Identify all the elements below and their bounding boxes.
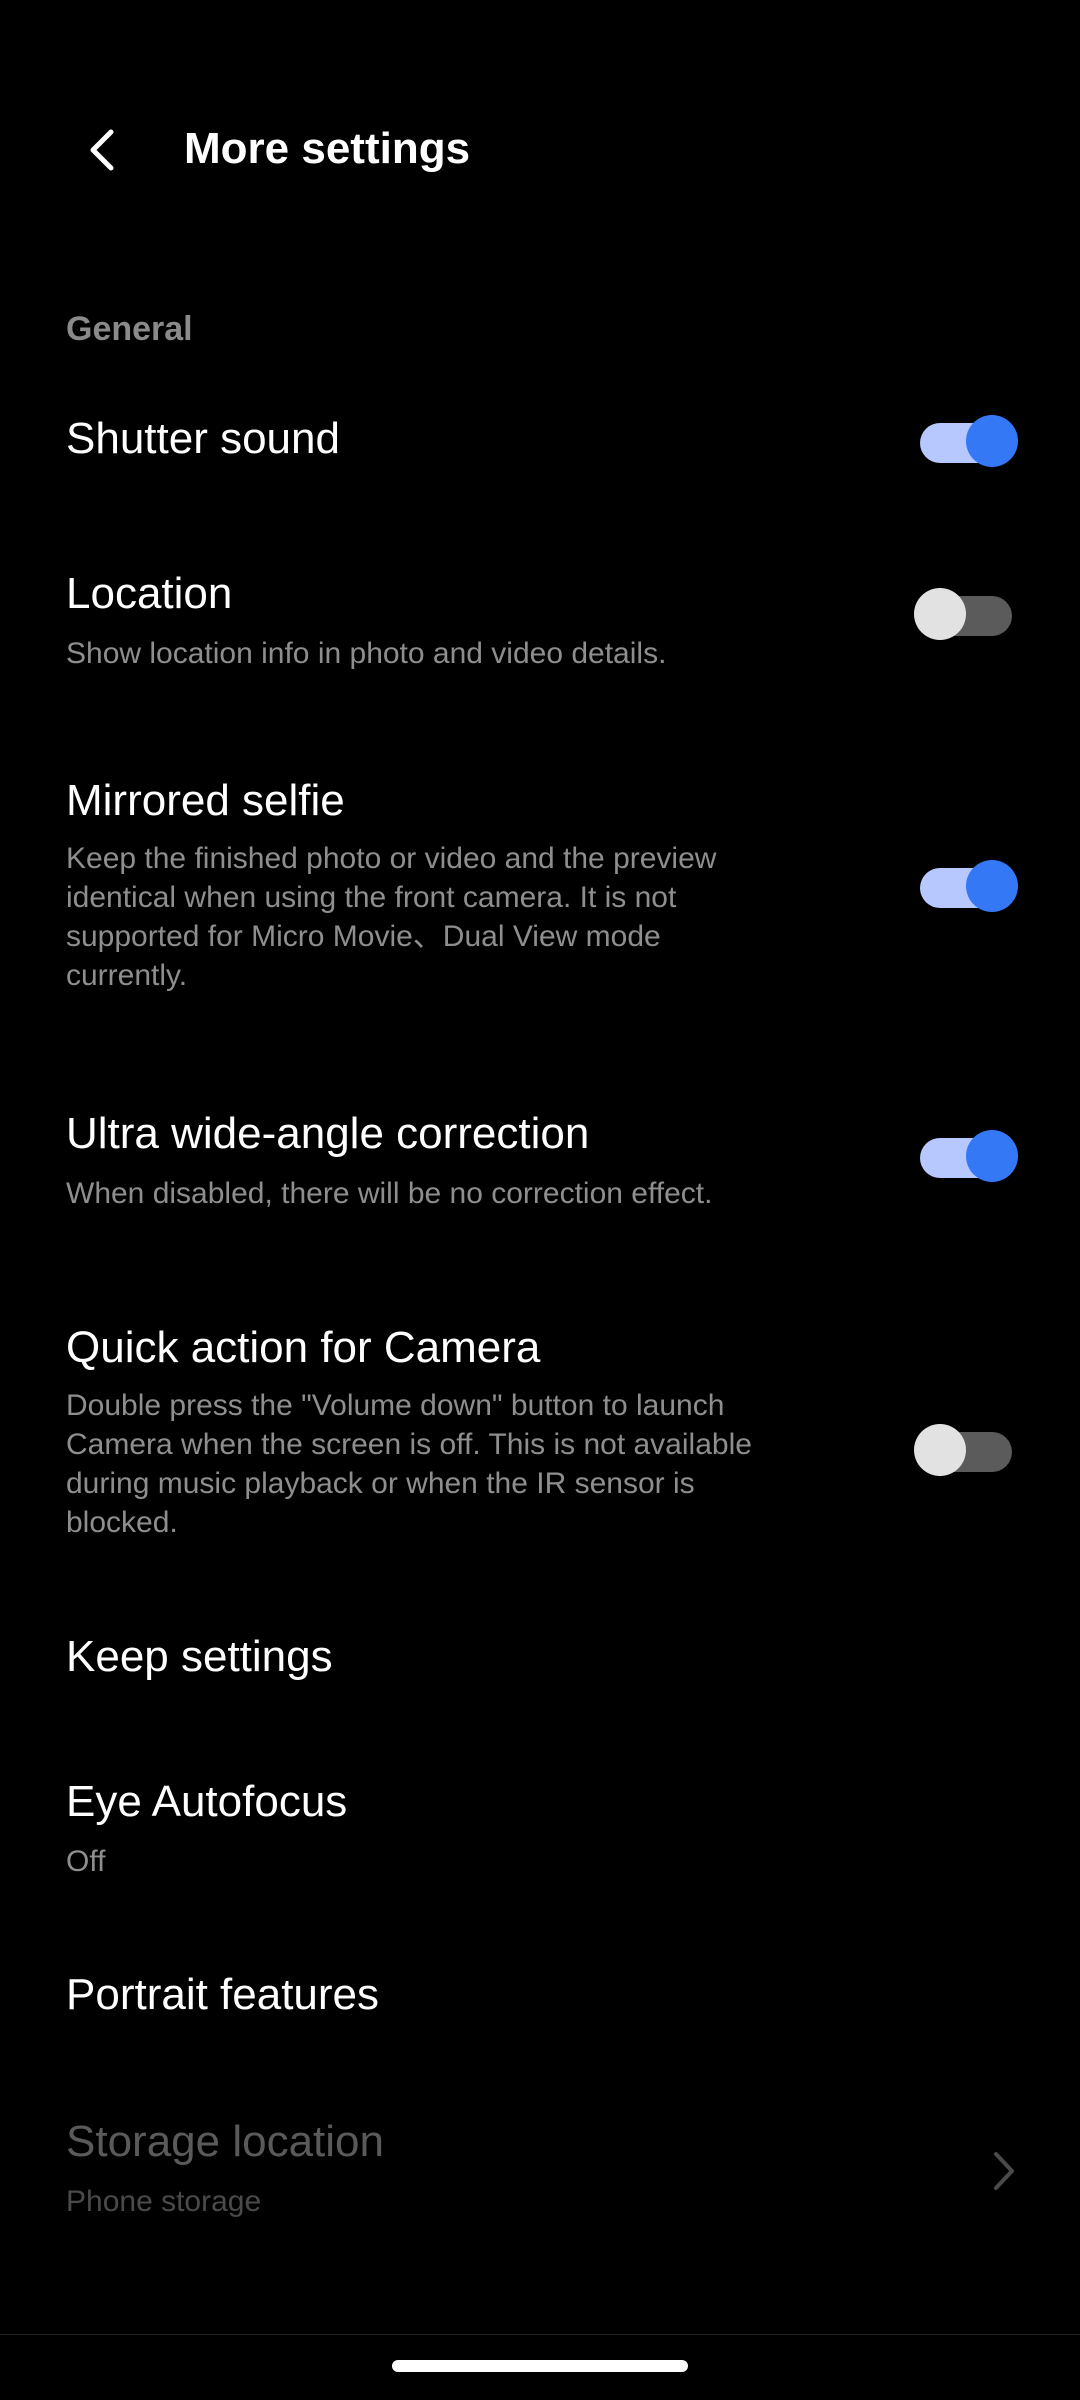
toggle-thumb — [966, 860, 1018, 912]
description-line: identical when using the front camera. I… — [66, 881, 677, 914]
home-indicator[interactable] — [392, 2360, 688, 2372]
setting-description: When disabled, there will be no correcti… — [66, 1177, 713, 1210]
setting-title: Location — [66, 569, 233, 618]
toggle-thumb — [914, 588, 966, 640]
setting-title: Shutter sound — [66, 414, 340, 463]
back-button[interactable] — [66, 113, 140, 187]
setting-portrait-features[interactable]: Portrait features — [0, 1955, 1080, 2050]
chevron-left-icon — [90, 129, 114, 171]
bottom-divider — [0, 2334, 1080, 2335]
description-line: Camera when the screen is off. This is n… — [66, 1428, 752, 1461]
section-header-general: General — [66, 310, 193, 348]
setting-title: Portrait features — [66, 1970, 380, 2019]
setting-description: Show location info in photo and video de… — [66, 637, 667, 670]
description-line: currently. — [66, 959, 188, 992]
chevron-right-icon — [994, 2152, 1014, 2190]
location-toggle[interactable] — [914, 588, 1014, 640]
description-line: supported for Micro Movie、Dual View mode — [66, 920, 661, 953]
setting-eye-autofocus[interactable]: Eye Autofocus Off — [0, 1770, 1080, 1900]
toggle-thumb — [966, 415, 1018, 467]
mirrored-selfie-toggle[interactable] — [918, 860, 1018, 912]
setting-storage-location[interactable]: Storage location Phone storage — [0, 2110, 1080, 2240]
description-line: Keep the finished photo or video and the… — [66, 842, 717, 875]
description-line: Double press the "Volume down" button to… — [66, 1389, 725, 1422]
setting-title: Storage location — [66, 2117, 384, 2166]
ultra-wide-correction-toggle[interactable] — [918, 1130, 1018, 1182]
app-header: More settings — [0, 95, 1080, 205]
setting-title: Quick action for Camera — [66, 1323, 541, 1372]
page-title: More settings — [184, 124, 471, 173]
shutter-sound-toggle[interactable] — [918, 415, 1018, 467]
setting-description: Keep the finished photo or video and the… — [66, 839, 766, 995]
setting-title: Mirrored selfie — [66, 776, 345, 825]
setting-title: Ultra wide-angle correction — [66, 1109, 590, 1158]
quick-action-toggle[interactable] — [914, 1424, 1014, 1476]
setting-quick-action-camera[interactable]: Quick action for Camera Double press the… — [0, 1312, 1080, 1562]
setting-description: Double press the "Volume down" button to… — [66, 1386, 786, 1542]
setting-title: Keep settings — [66, 1632, 333, 1681]
setting-mirrored-selfie[interactable]: Mirrored selfie Keep the finished photo … — [0, 765, 1080, 1015]
setting-title: Eye Autofocus — [66, 1777, 348, 1826]
setting-ultra-wide-correction[interactable]: Ultra wide-angle correction When disable… — [0, 1100, 1080, 1230]
setting-keep-settings[interactable]: Keep settings — [0, 1615, 1080, 1710]
description-line: during music playback or when the IR sen… — [66, 1467, 695, 1500]
description-line: blocked. — [66, 1506, 178, 1539]
setting-value: Phone storage — [66, 2185, 262, 2218]
setting-location[interactable]: Location Show location info in photo and… — [0, 560, 1080, 690]
setting-shutter-sound[interactable]: Shutter sound — [0, 395, 1080, 495]
toggle-thumb — [914, 1424, 966, 1476]
setting-value: Off — [66, 1845, 106, 1878]
toggle-thumb — [966, 1130, 1018, 1182]
